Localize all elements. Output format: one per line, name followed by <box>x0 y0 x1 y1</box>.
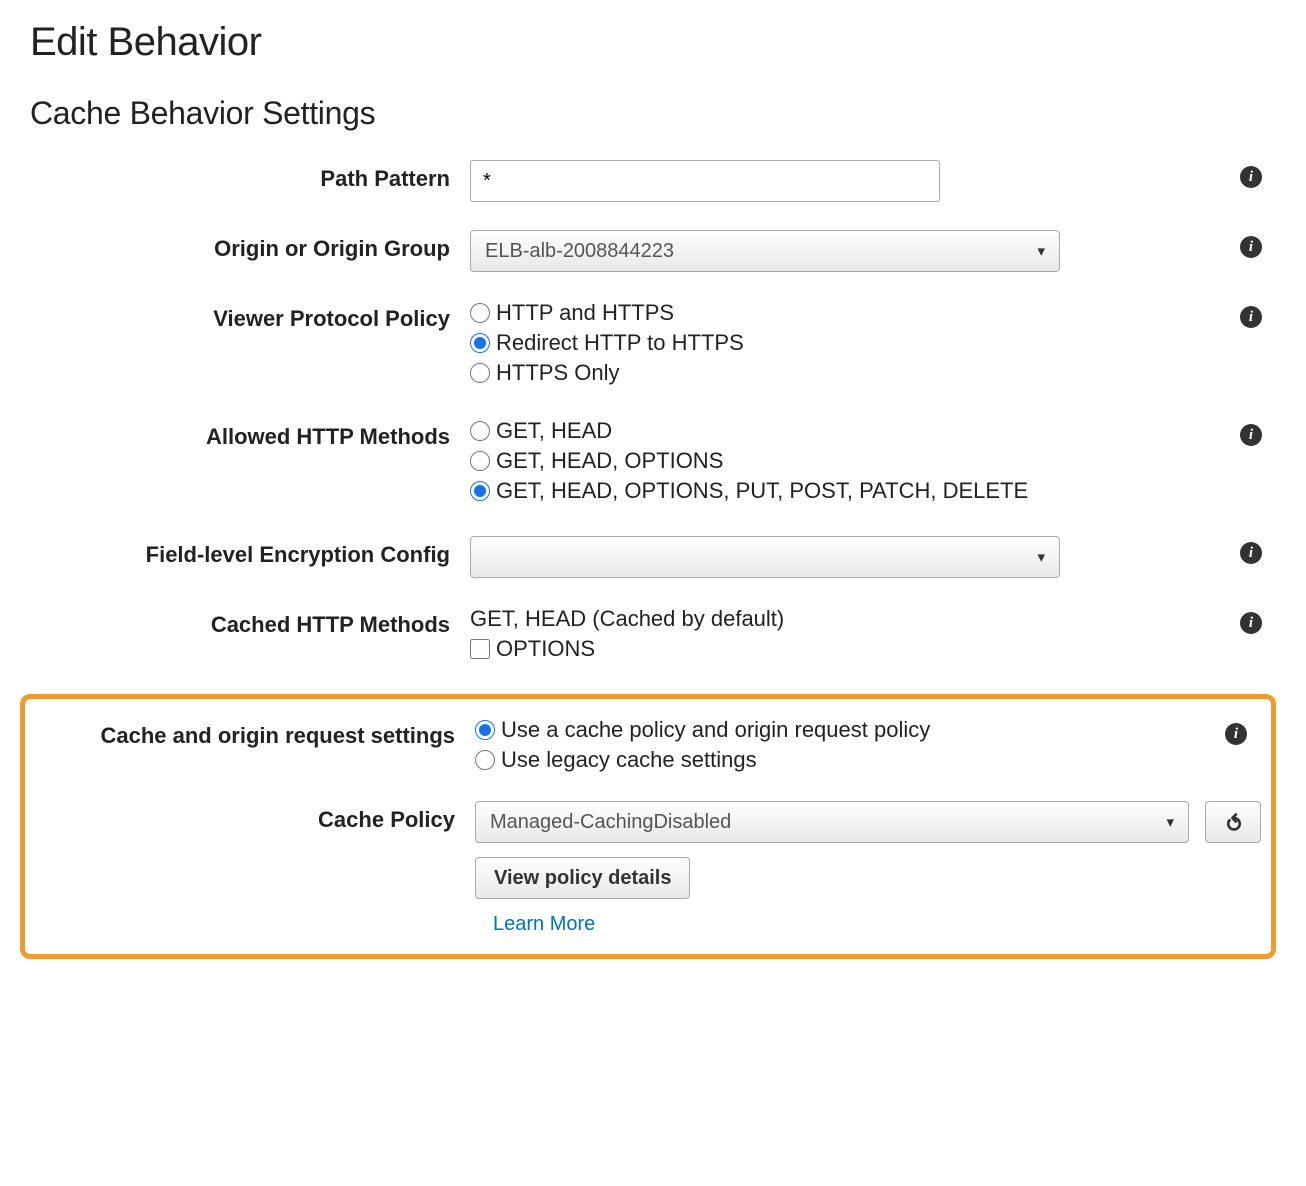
label-cached-methods: Cached HTTP Methods <box>30 606 470 640</box>
origin-select-value: ELB-alb-2008844223 <box>485 240 674 263</box>
chevron-down-icon: ▾ <box>1166 813 1174 831</box>
info-icon[interactable]: i <box>1240 542 1262 564</box>
cache-policy-value: Managed-CachingDisabled <box>490 811 731 834</box>
info-icon[interactable]: i <box>1240 166 1262 188</box>
learn-more-link[interactable]: Learn More <box>493 913 595 936</box>
view-policy-details-button[interactable]: View policy details <box>475 857 690 899</box>
label-cache-origin-settings: Cache and origin request settings <box>25 717 475 751</box>
refresh-icon: ⟳ <box>1222 813 1244 831</box>
info-icon[interactable]: i <box>1240 612 1262 634</box>
viewer-protocol-opt1[interactable]: HTTP and HTTPS <box>470 300 1226 326</box>
row-viewer-protocol: Viewer Protocol Policy HTTP and HTTPS Re… <box>30 300 1276 390</box>
label-field-encryption: Field-level Encryption Config <box>30 536 470 570</box>
label-viewer-protocol: Viewer Protocol Policy <box>30 300 470 334</box>
origin-select[interactable]: ELB-alb-2008844223 ▾ <box>470 230 1060 272</box>
cached-methods-options[interactable]: OPTIONS <box>470 636 1226 662</box>
row-path-pattern: Path Pattern i <box>30 160 1276 202</box>
cache-origin-opt1[interactable]: Use a cache policy and origin request po… <box>475 717 1211 743</box>
label-cache-policy: Cache Policy <box>25 801 475 835</box>
info-icon[interactable]: i <box>1240 306 1262 328</box>
field-encryption-select[interactable]: ▾ <box>470 536 1060 578</box>
row-allowed-methods: Allowed HTTP Methods GET, HEAD GET, HEAD… <box>30 418 1276 508</box>
row-origin: Origin or Origin Group ELB-alb-200884422… <box>30 230 1276 272</box>
row-cache-origin-settings: Cache and origin request settings Use a … <box>25 717 1261 777</box>
info-icon[interactable]: i <box>1240 424 1262 446</box>
path-pattern-input[interactable] <box>470 160 940 202</box>
refresh-cache-policy-button[interactable]: ⟳ <box>1205 801 1261 843</box>
row-cache-policy: Cache Policy Managed-CachingDisabled ▾ ⟳… <box>25 801 1261 936</box>
info-icon[interactable]: i <box>1240 236 1262 258</box>
label-allowed-methods: Allowed HTTP Methods <box>30 418 470 452</box>
cache-policy-select[interactable]: Managed-CachingDisabled ▾ <box>475 801 1189 843</box>
chevron-down-icon: ▾ <box>1037 242 1045 260</box>
section-title: Cache Behavior Settings <box>30 95 1276 132</box>
chevron-down-icon: ▾ <box>1037 548 1045 566</box>
page-title: Edit Behavior <box>30 20 1276 65</box>
row-field-encryption: Field-level Encryption Config ▾ i <box>30 536 1276 578</box>
highlight-cache-section: Cache and origin request settings Use a … <box>20 694 1276 959</box>
cache-origin-opt2[interactable]: Use legacy cache settings <box>475 747 1211 773</box>
allowed-methods-opt2[interactable]: GET, HEAD, OPTIONS <box>470 448 1226 474</box>
label-origin: Origin or Origin Group <box>30 230 470 264</box>
row-cached-methods: Cached HTTP Methods GET, HEAD (Cached by… <box>30 606 1276 666</box>
cached-methods-note: GET, HEAD (Cached by default) <box>470 606 1226 632</box>
allowed-methods-opt3[interactable]: GET, HEAD, OPTIONS, PUT, POST, PATCH, DE… <box>470 478 1226 504</box>
viewer-protocol-opt2[interactable]: Redirect HTTP to HTTPS <box>470 330 1226 356</box>
label-path-pattern: Path Pattern <box>30 160 470 194</box>
info-icon[interactable]: i <box>1225 723 1247 745</box>
viewer-protocol-opt3[interactable]: HTTPS Only <box>470 360 1226 386</box>
allowed-methods-opt1[interactable]: GET, HEAD <box>470 418 1226 444</box>
